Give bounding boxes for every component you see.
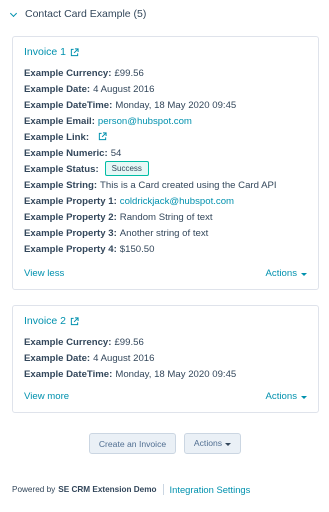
email-link[interactable]: person@hubspot.com xyxy=(98,116,192,127)
property-value: Monday, 18 May 2020 09:45 xyxy=(115,100,237,111)
property-label: Example Property 2: xyxy=(24,212,117,223)
property-value: £99.56 xyxy=(114,68,144,79)
property-label: Example String: xyxy=(24,180,98,191)
property-row: Example Date: 4 August 2016 xyxy=(24,82,308,98)
property-row: Example Property 3: Another string of tex… xyxy=(24,226,308,242)
footer-divider xyxy=(162,484,164,495)
external-link-icon[interactable] xyxy=(70,316,79,326)
external-link-icon[interactable] xyxy=(98,132,107,141)
property-label: Example Currency: xyxy=(24,337,112,348)
integration-settings-link[interactable]: Integration Settings xyxy=(170,484,251,495)
property-value: 4 August 2016 xyxy=(93,353,155,364)
view-less-link[interactable]: View less xyxy=(24,268,64,279)
status-badge: Success xyxy=(104,161,149,176)
property-label: Example DateTime: xyxy=(24,369,113,380)
view-more-link[interactable]: View more xyxy=(24,391,69,402)
property-label: Example Email: xyxy=(24,116,95,127)
property-value: 54 xyxy=(110,148,122,159)
property-label: Example Numeric: xyxy=(24,148,108,159)
property-value: 4 August 2016 xyxy=(93,84,155,95)
card-title-link[interactable]: Invoice 1 xyxy=(24,46,79,58)
property-row: Example Numeric: 54 xyxy=(24,146,308,162)
caret-down-icon xyxy=(225,442,232,446)
card-actions-label[interactable]: Actions xyxy=(266,268,297,279)
invoice-card-1: Invoice 1 Example Currency: £99.56 Exampl… xyxy=(12,36,319,290)
actions-button[interactable]: Actions xyxy=(184,433,241,454)
card-actions-dropdown[interactable]: Actions xyxy=(266,391,307,402)
property-row: Example Link: xyxy=(24,130,308,146)
property-label: Example Status: xyxy=(24,164,99,176)
property-row: Example Property 4: $150.50 xyxy=(24,242,308,258)
property-row: Example Status: Success xyxy=(24,161,308,178)
card-title-text[interactable]: Invoice 1 xyxy=(24,46,66,58)
property-row: Example DateTime: Monday, 18 May 2020 09:… xyxy=(24,367,308,383)
property-value: This is a Card created using the Card AP… xyxy=(100,180,277,191)
powered-by-footer: Powered by SE CRM Extension Demo Integra… xyxy=(12,484,250,495)
property-row: Example Property 2: Random String of text xyxy=(24,210,308,226)
caret-down-icon xyxy=(301,395,307,399)
card-actions-dropdown[interactable]: Actions xyxy=(266,268,307,279)
property-label: Example Property 3: xyxy=(24,228,117,239)
property-value: Monday, 18 May 2020 09:45 xyxy=(115,369,237,380)
property-list: Example Currency: £99.56 Example Date: 4 A… xyxy=(24,335,308,383)
property-value: Another string of text xyxy=(119,228,209,239)
property-value: Random String of text xyxy=(119,212,213,223)
property-value: £99.56 xyxy=(114,337,144,348)
property-row: Example String: This is a Card created us… xyxy=(24,178,308,194)
property-row: Example Property 1: coldrickjack@hubspot.… xyxy=(24,194,308,210)
property-row: Example Email: person@hubspot.com xyxy=(24,114,308,130)
caret-down-icon xyxy=(301,272,307,276)
powered-by-text: Powered by xyxy=(12,485,56,494)
card-title-text[interactable]: Invoice 2 xyxy=(24,315,66,327)
property-row: Example Currency: £99.56 xyxy=(24,335,308,351)
property-row: Example DateTime: Monday, 18 May 2020 09:… xyxy=(24,98,308,114)
section-title: Contact Card Example (5) xyxy=(25,8,147,20)
property-row: Example Date: 4 August 2016 xyxy=(24,351,308,367)
property-label: Example DateTime: xyxy=(24,100,113,111)
card-actions-label[interactable]: Actions xyxy=(266,391,297,402)
app-name: SE CRM Extension Demo xyxy=(58,485,157,494)
property-label: Example Currency: xyxy=(24,68,112,79)
property-label: Example Link: xyxy=(24,132,90,143)
property-row: Example Currency: £99.56 xyxy=(24,66,308,82)
property-value: $150.50 xyxy=(119,244,155,255)
property-label: Example Property 1: xyxy=(24,196,117,207)
external-link-icon[interactable] xyxy=(70,47,79,57)
actions-button-label[interactable]: Actions xyxy=(194,433,222,454)
chevron-down-icon[interactable] xyxy=(10,11,17,18)
email-link[interactable]: coldrickjack@hubspot.com xyxy=(120,196,234,207)
property-label: Example Date: xyxy=(24,84,91,95)
property-label: Example Date: xyxy=(24,353,91,364)
property-label: Example Property 4: xyxy=(24,244,117,255)
create-invoice-button[interactable]: Create an Invoice xyxy=(89,433,176,454)
section-header[interactable]: Contact Card Example (5) xyxy=(10,8,146,20)
invoice-card-2: Invoice 2 Example Currency: £99.56 Exampl… xyxy=(12,305,319,413)
property-list: Example Currency: £99.56 Example Date: 4 A… xyxy=(24,66,308,258)
card-title-link[interactable]: Invoice 2 xyxy=(24,315,79,327)
